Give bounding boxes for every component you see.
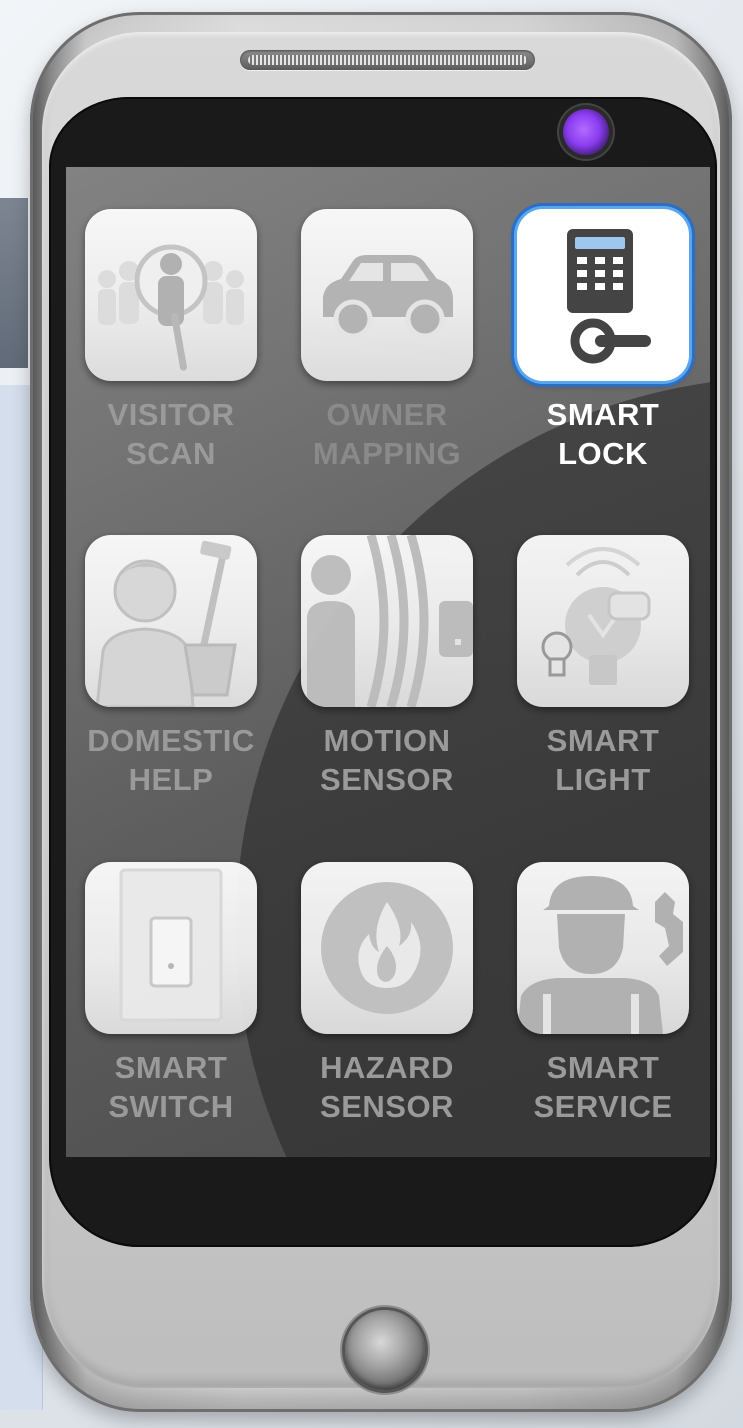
app-label: HAZARD SENSOR xyxy=(320,1050,454,1124)
app-tile[interactable] xyxy=(85,535,257,707)
app-owner-mapping[interactable]: OWNER MAPPING xyxy=(287,209,487,473)
app-tile[interactable] xyxy=(85,209,257,381)
technician-icon xyxy=(517,876,683,1034)
app-smart-service[interactable]: SMART SERVICE xyxy=(503,862,703,1126)
app-tile-selected[interactable] xyxy=(517,209,689,381)
app-visitor-scan[interactable]: VISITOR SCAN xyxy=(71,209,271,473)
app-grid: VISITOR SCAN OWNER MAPPING SMART LOCK DO… xyxy=(66,167,710,1157)
earpiece-speaker xyxy=(240,50,535,70)
app-smart-switch[interactable]: SMART SWITCH xyxy=(71,862,271,1126)
app-tile[interactable] xyxy=(301,209,473,381)
app-smart-light[interactable]: SMART LIGHT xyxy=(503,535,703,799)
app-tile[interactable] xyxy=(85,862,257,1034)
app-tile[interactable] xyxy=(517,535,689,707)
visitor-search-icon xyxy=(98,244,244,371)
motion-waves-icon xyxy=(307,535,473,707)
front-camera xyxy=(563,109,609,155)
keypad-lock-icon xyxy=(567,229,651,364)
app-label: SMART SWITCH xyxy=(108,1050,234,1124)
app-motion-sensor[interactable]: MOTION SENSOR xyxy=(287,535,487,799)
app-label: SMART LIGHT xyxy=(546,723,660,797)
app-label-selected: SMART LOCK xyxy=(546,397,660,471)
speaker-grille xyxy=(248,55,527,65)
background-slab xyxy=(0,198,28,368)
flame-icon xyxy=(321,882,453,1014)
app-domestic-help[interactable]: DOMESTIC HELP xyxy=(71,535,271,799)
app-tile[interactable] xyxy=(301,862,473,1034)
app-label: MOTION SENSOR xyxy=(320,723,454,797)
app-tile[interactable] xyxy=(517,862,689,1034)
app-label: DOMESTIC HELP xyxy=(87,723,255,797)
app-label: SMART SERVICE xyxy=(533,1050,673,1124)
car-icon xyxy=(323,255,453,339)
phone-screen: VISITOR SCAN OWNER MAPPING SMART LOCK DO… xyxy=(66,167,710,1157)
app-smart-lock[interactable]: SMART LOCK xyxy=(503,209,703,473)
app-label: OWNER MAPPING xyxy=(312,397,462,471)
app-hazard-sensor[interactable]: HAZARD SENSOR xyxy=(287,862,487,1126)
physical-home-button[interactable] xyxy=(345,1310,425,1390)
lightbulb-icon xyxy=(541,547,651,685)
housekeeper-icon xyxy=(95,540,237,707)
wall-switch-icon xyxy=(119,868,223,1022)
app-label: VISITOR SCAN xyxy=(107,397,235,471)
app-tile[interactable] xyxy=(301,535,473,707)
phone-frame: VISITOR SCAN OWNER MAPPING SMART LOCK DO… xyxy=(30,12,732,1412)
